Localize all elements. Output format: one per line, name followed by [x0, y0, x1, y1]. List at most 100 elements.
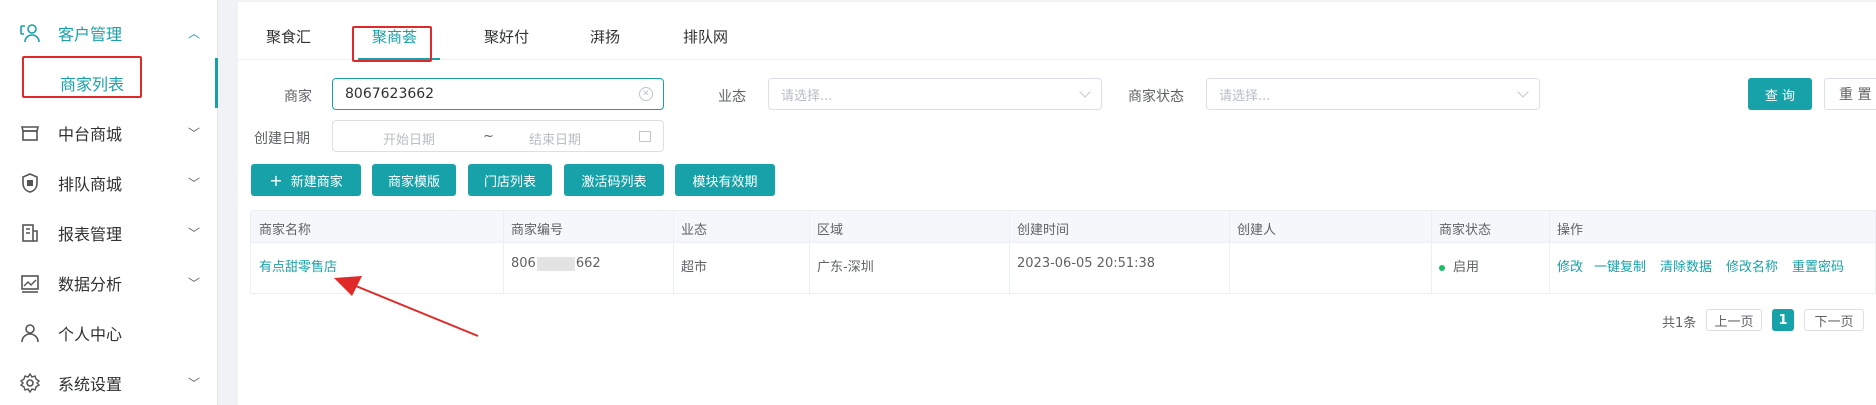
total-count: 共1条: [1662, 316, 1697, 331]
merchant-template-button[interactable]: 商家模版: [372, 164, 456, 196]
region-cell: 广东-深圳: [817, 260, 874, 275]
status-select[interactable]: 请选择...: [1206, 78, 1540, 110]
reset-password-link[interactable]: 重置密码: [1792, 256, 1844, 275]
header-merchant-code: 商家编号: [511, 223, 564, 238]
menu-label: 客户管理: [58, 25, 123, 44]
rename-link[interactable]: 修改名称: [1726, 256, 1778, 275]
status-dot: [1439, 264, 1445, 271]
status-placeholder: 请选择...: [1219, 88, 1271, 104]
tab-jushihui[interactable]: 聚食汇: [266, 26, 311, 47]
created-date-range[interactable]: 开始日期 ~ 结束日期: [332, 120, 664, 152]
plus-icon: +: [269, 170, 283, 190]
menu-mid-mall[interactable]: 中台商城 ﹀: [0, 108, 218, 158]
merchant-code-cell: 806 662: [511, 256, 601, 271]
store-list-button[interactable]: 门店列表: [468, 164, 552, 196]
status-label: 商家状态: [1128, 89, 1184, 105]
new-merchant-label: 新建商家: [290, 174, 343, 190]
chevron-down-icon: ﹀: [187, 176, 200, 191]
redaction-blur: [536, 256, 575, 271]
column-divider: [1549, 211, 1550, 293]
annotation-arrow: [334, 276, 479, 337]
tab-bar: 聚食汇 聚商荟 聚好付 湃扬 排队网: [238, 2, 1876, 62]
chart-icon: [18, 271, 42, 295]
menu-system-settings[interactable]: 系统设置 ﹀: [0, 358, 218, 405]
edit-link[interactable]: 修改: [1557, 256, 1583, 275]
merchant-name-link[interactable]: 有点甜零售店: [259, 256, 337, 275]
chevron-down-icon: [1079, 86, 1091, 98]
store-icon: [18, 121, 42, 145]
header-status: 商家状态: [1439, 223, 1492, 238]
industry-placeholder: 请选择...: [781, 88, 833, 104]
tab-paiduiwang[interactable]: 排队网: [683, 26, 728, 47]
sidebar: 客户管理 ︿ 商家列表 中台商城 ﹀ 排队商城 ﹀ 报表管理 ﹀ 数据分析 ﹀: [0, 0, 218, 405]
status-cell: 启用: [1439, 256, 1479, 275]
report-icon: [18, 221, 42, 245]
gear-icon: [18, 371, 42, 395]
person-icon: [18, 321, 42, 345]
header-created-time: 创建时间: [1017, 223, 1070, 238]
tab-juhaofu[interactable]: 聚好付: [484, 26, 529, 47]
page-1-button[interactable]: 1: [1772, 309, 1794, 331]
merchant-input-value: 8067623662: [345, 86, 435, 102]
menu-label: 数据分析: [58, 275, 123, 294]
new-merchant-button[interactable]: + 新建商家: [251, 164, 361, 196]
menu-label: 报表管理: [58, 225, 123, 244]
annotation-box: [22, 56, 142, 98]
clear-icon[interactable]: ✕: [639, 87, 653, 101]
header-creator: 创建人: [1237, 223, 1277, 238]
header-operations: 操作: [1557, 223, 1584, 238]
menu-label: 中台商城: [58, 125, 123, 144]
menu-label: 系统设置: [58, 375, 123, 394]
end-date-placeholder: 结束日期: [529, 133, 582, 148]
column-divider: [673, 211, 674, 293]
chevron-down-icon: ﹀: [187, 226, 200, 241]
industry-cell: 超市: [681, 260, 708, 275]
menu-data-analysis[interactable]: 数据分析 ﹀: [0, 258, 218, 308]
user-group-icon: [18, 21, 42, 45]
menu-queue-mall[interactable]: 排队商城 ﹀: [0, 158, 218, 208]
range-separator: ~: [483, 129, 494, 144]
column-divider: [1229, 211, 1230, 293]
calendar-icon: [639, 131, 651, 142]
header-merchant-name: 商家名称: [259, 223, 312, 238]
header-industry: 业态: [681, 223, 708, 238]
status-text: 启用: [1453, 260, 1480, 275]
industry-select[interactable]: 请选择...: [768, 78, 1102, 110]
industry-label: 业态: [718, 89, 746, 105]
next-page-button[interactable]: 下一页: [1804, 309, 1864, 331]
chevron-up-icon: ︿: [187, 26, 200, 41]
column-divider: [1431, 211, 1432, 293]
main-panel: 聚食汇 聚商荟 聚好付 湃扬 排队网 商家 8067623662 ✕ 业态 请选…: [238, 2, 1876, 405]
activation-code-list-button[interactable]: 激活码列表: [564, 164, 664, 196]
chevron-down-icon: ﹀: [187, 376, 200, 391]
chevron-down-icon: ﹀: [187, 126, 200, 141]
merchant-label: 商家: [284, 89, 312, 105]
chevron-down-icon: [1517, 86, 1529, 98]
menu-label: 个人中心: [58, 325, 123, 344]
query-button[interactable]: 查 询: [1748, 78, 1812, 110]
code-suffix: 662: [575, 256, 601, 271]
tab-paiyang[interactable]: 湃扬: [590, 26, 620, 47]
column-divider: [503, 211, 504, 293]
header-region: 区域: [817, 223, 844, 238]
merchant-search-input[interactable]: 8067623662 ✕: [332, 78, 664, 110]
reset-button[interactable]: 重 置: [1824, 78, 1876, 110]
code-prefix: 806: [511, 256, 536, 271]
menu-personal-center[interactable]: 个人中心: [0, 308, 218, 358]
prev-page-button[interactable]: 上一页: [1706, 309, 1762, 331]
column-divider: [1009, 211, 1010, 293]
start-date-placeholder: 开始日期: [383, 133, 436, 148]
chevron-down-icon: ﹀: [187, 276, 200, 291]
clear-data-link[interactable]: 清除数据: [1660, 256, 1712, 275]
menu-reports[interactable]: 报表管理 ﹀: [0, 208, 218, 258]
menu-label: 排队商城: [58, 175, 123, 194]
annotation-box: [352, 26, 432, 62]
merchant-table: 商家名称 商家编号 业态 区域 创建时间 创建人 商家状态 操作 有点甜零售店 …: [250, 210, 1876, 294]
created-time-cell: 2023-06-05 20:51:38: [1017, 256, 1156, 271]
shield-icon: [18, 171, 42, 195]
module-validity-button[interactable]: 模块有效期: [675, 164, 775, 196]
copy-link[interactable]: 一键复制: [1594, 256, 1646, 275]
column-divider: [809, 211, 810, 293]
created-date-label: 创建日期: [254, 131, 310, 147]
menu-customer-management[interactable]: 客户管理 ︿: [0, 8, 218, 58]
